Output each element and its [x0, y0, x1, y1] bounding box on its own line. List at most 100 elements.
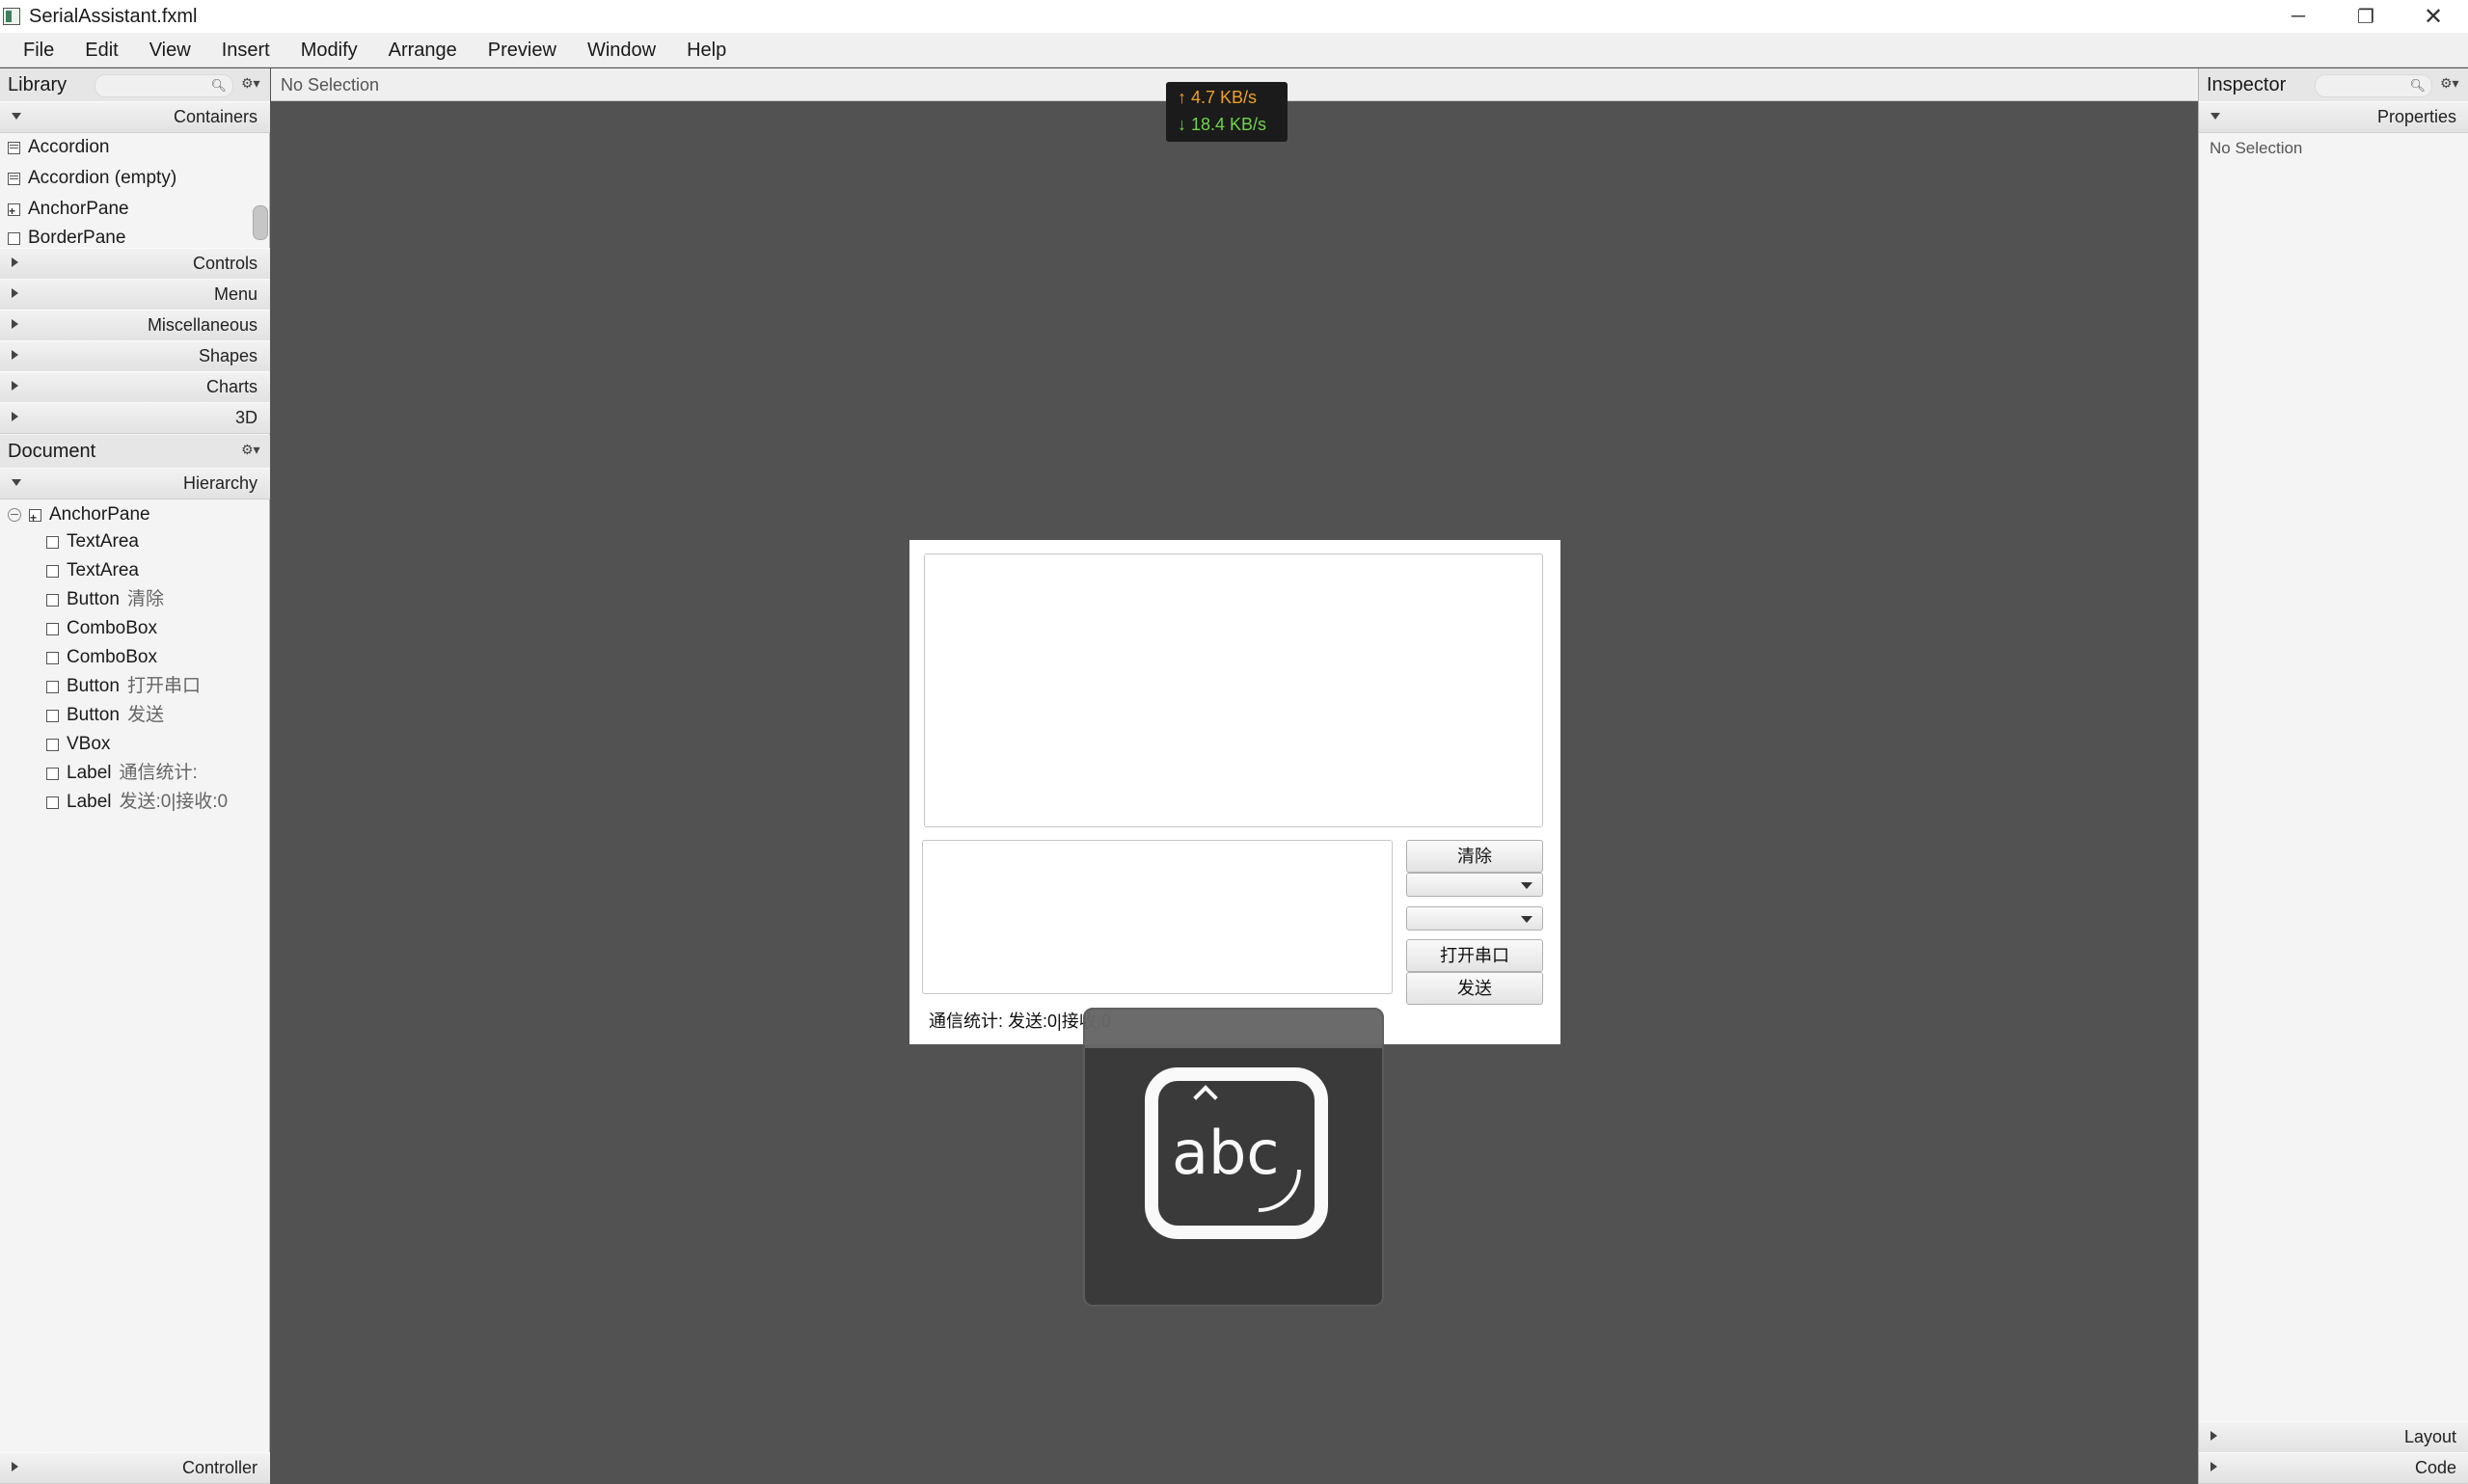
tree-item[interactable]: Button 打开串口 [46, 674, 201, 699]
vbox-icon [46, 738, 59, 751]
chevron-down-icon [2210, 113, 2220, 120]
section-shapes[interactable]: Shapes [0, 340, 270, 372]
tree-type: Button [67, 676, 120, 696]
clear-button[interactable]: 清除 [1406, 840, 1543, 873]
section-miscellaneous[interactable]: Miscellaneous [0, 310, 270, 341]
section-charts[interactable]: Charts [0, 371, 270, 403]
app-icon [3, 8, 20, 25]
section-containers[interactable]: Containers [0, 101, 270, 133]
tree-item[interactable]: VBox [46, 732, 110, 757]
library-header: Library 🔍︎ ⚙▾ [0, 68, 270, 102]
section-label: Charts [205, 377, 258, 396]
tree-type: Label [67, 763, 112, 783]
inspector-search-input[interactable]: 🔍︎ [2315, 74, 2432, 97]
minimize-button[interactable]: ─ [2265, 0, 2332, 33]
library-item-anchorpane[interactable]: AnchorPane [8, 198, 129, 223]
scroll-thumb[interactable] [253, 205, 268, 240]
textarea-icon [46, 564, 59, 578]
tree-item[interactable]: ComboBox [46, 616, 157, 641]
menu-help[interactable]: Help [671, 33, 742, 67]
section-label: Miscellaneous [147, 315, 258, 335]
item-label: Accordion (empty) [28, 168, 177, 188]
menu-preview[interactable]: Preview [473, 33, 572, 67]
inspector-panel: Inspector 🔍︎ ⚙▾ Properties No Selection … [2198, 68, 2468, 1484]
tree-type: TextArea [67, 531, 139, 552]
tree-item[interactable]: Button 发送 [46, 703, 164, 728]
menu-view[interactable]: View [134, 33, 206, 67]
close-button[interactable]: ✕ [2400, 0, 2467, 33]
section-properties[interactable]: Properties [2199, 101, 2468, 133]
tree-item[interactable]: TextArea [46, 558, 139, 583]
button-icon [46, 680, 59, 693]
tree-item[interactable]: Label 通信统计: [46, 761, 198, 786]
gear-icon[interactable]: ⚙▾ [241, 442, 260, 458]
menu-arrange[interactable]: Arrange [373, 33, 473, 67]
tree-root-anchorpane[interactable]: AnchorPane [8, 502, 150, 530]
gear-icon[interactable]: ⚙▾ [241, 75, 260, 92]
chevron-right-icon [12, 381, 18, 391]
accordion-icon [8, 141, 20, 154]
section-menu[interactable]: Menu [0, 279, 270, 310]
section-layout[interactable]: Layout [2199, 1421, 2468, 1453]
combobox-icon [46, 651, 59, 664]
item-label: AnchorPane [28, 199, 129, 219]
tree-subtext: 打开串口 [126, 676, 201, 696]
ime-indicator: abc [1083, 1008, 1384, 1307]
chevron-right-icon [12, 350, 18, 360]
library-item-borderpane[interactable]: BorderPane [8, 229, 125, 248]
tree-item[interactable]: Button 清除 [46, 587, 164, 612]
port-combobox[interactable] [1406, 873, 1543, 897]
section-label: Controls [192, 254, 258, 273]
tree-subtext: 通信统计: [119, 763, 198, 783]
section-controller[interactable]: Controller [0, 1452, 270, 1484]
library-scrollbar[interactable] [250, 138, 268, 254]
restore-button[interactable]: ❐ [2332, 0, 2400, 33]
chevron-right-icon [12, 319, 18, 329]
library-item-accordion-empty[interactable]: Accordion (empty) [8, 167, 176, 190]
send-button[interactable]: 发送 [1406, 972, 1543, 1005]
document-header: Document ⚙▾ [0, 435, 270, 469]
form-preview[interactable]: 清除 打开串口 发送 通信统计: 发送:0|接收:0 [909, 540, 1560, 1044]
section-hierarchy[interactable]: Hierarchy [0, 468, 270, 499]
upload-speed: ↑ 4.7 KB/s [1178, 88, 1258, 107]
menu-bar: File Edit View Insert Modify Arrange Pre… [0, 33, 2468, 67]
chevron-down-icon [12, 479, 21, 486]
tree-item[interactable]: TextArea [46, 529, 139, 554]
left-panel: Library 🔍︎ ⚙▾ Containers Accordion Accor… [0, 68, 270, 1484]
label-icon [46, 796, 59, 809]
receive-textarea[interactable] [924, 553, 1543, 827]
gear-icon[interactable]: ⚙▾ [2440, 75, 2459, 92]
section-label: Controller [181, 1458, 258, 1477]
document-title: Document [8, 441, 96, 462]
menu-modify[interactable]: Modify [285, 33, 373, 67]
combobox-icon [46, 622, 59, 635]
section-3d[interactable]: 3D [0, 402, 270, 434]
section-controls[interactable]: Controls [0, 248, 270, 280]
properties-empty-text: No Selection [2210, 139, 2303, 157]
menu-edit[interactable]: Edit [69, 33, 133, 67]
button-icon [46, 593, 59, 607]
tree-type: Label [67, 792, 112, 812]
library-search-input[interactable]: 🔍︎ [95, 74, 233, 97]
menu-file[interactable]: File [8, 33, 69, 67]
section-label: Properties [2376, 107, 2456, 126]
library-item-accordion[interactable]: Accordion [8, 136, 110, 159]
tree-item[interactable]: Label 发送:0|接收:0 [46, 790, 228, 815]
section-code[interactable]: Code [2199, 1452, 2468, 1484]
send-textarea[interactable] [922, 840, 1393, 994]
chevron-down-icon [1521, 882, 1532, 889]
tree-item[interactable]: ComboBox [46, 645, 157, 670]
tree-type: Button [67, 589, 120, 609]
menu-window[interactable]: Window [572, 33, 671, 67]
menu-insert[interactable]: Insert [206, 33, 285, 67]
anchorpane-icon [29, 505, 41, 530]
section-label: Hierarchy [182, 473, 258, 493]
baudrate-combobox[interactable] [1406, 906, 1543, 931]
open-port-button[interactable]: 打开串口 [1406, 939, 1543, 972]
window-title: SerialAssistant.fxml [29, 6, 198, 27]
collapse-icon[interactable] [8, 508, 21, 522]
tree-label: AnchorPane [49, 504, 150, 525]
section-label: Containers [173, 107, 258, 126]
net-speed-widget: ↑ 4.7 KB/s ↓ 18.4 KB/s [1166, 82, 1288, 142]
inspector-header: Inspector 🔍︎ ⚙▾ [2199, 68, 2468, 102]
